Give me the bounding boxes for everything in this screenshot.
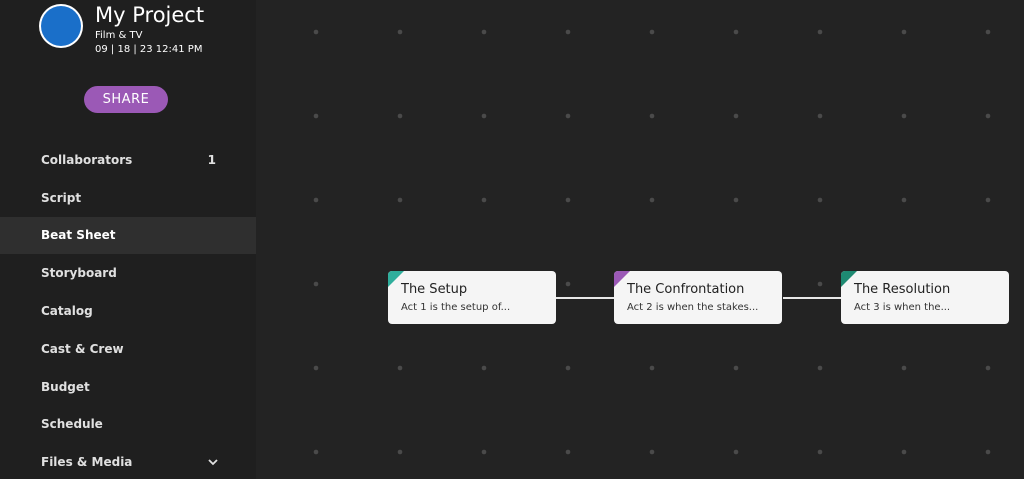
- chevron-down-icon[interactable]: [208, 457, 218, 467]
- project-title: My Project: [95, 3, 205, 27]
- beat-card-setup[interactable]: The Setup Act 1 is the setup of...: [388, 271, 556, 324]
- sidebar-item-budget[interactable]: Budget: [0, 368, 256, 406]
- beat-card-resolution[interactable]: The Resolution Act 3 is when the...: [841, 271, 1009, 324]
- beat-title: The Resolution: [854, 282, 951, 297]
- sidebar-item-files-media[interactable]: Files & Media: [0, 443, 256, 479]
- beat-sheet-canvas[interactable]: The Setup Act 1 is the setup of... The C…: [256, 0, 1024, 479]
- sidebar-item-collaborators[interactable]: Collaborators 1: [0, 141, 256, 179]
- sidebar-item-beat-sheet[interactable]: Beat Sheet: [0, 216, 256, 255]
- sidebar-item-label: Files & Media: [41, 455, 133, 470]
- share-button[interactable]: SHARE: [84, 86, 168, 113]
- sidebar-item-label: Script: [41, 190, 82, 205]
- beat-title: The Setup: [401, 282, 468, 297]
- sidebar-item-label: Beat Sheet: [41, 228, 116, 243]
- sidebar-item-storyboard[interactable]: Storyboard: [0, 254, 256, 292]
- app-window: My Project Film & TV 09 | 18 | 23 12:41 …: [0, 0, 1024, 479]
- beat-connector: [783, 297, 843, 299]
- sidebar: My Project Film & TV 09 | 18 | 23 12:41 …: [0, 0, 256, 479]
- sidebar-item-catalog[interactable]: Catalog: [0, 292, 256, 330]
- beat-description: Act 3 is when the...: [854, 302, 951, 313]
- sidebar-item-label: Cast & Crew: [41, 341, 124, 356]
- project-header: My Project Film & TV 09 | 18 | 23 12:41 …: [41, 3, 251, 56]
- sidebar-item-label: Catalog: [41, 304, 93, 319]
- beat-description: Act 1 is the setup of...: [401, 302, 511, 313]
- beat-title: The Confrontation: [627, 282, 745, 297]
- collaborators-count: 1: [207, 152, 216, 167]
- sidebar-nav: Collaborators 1 Script Beat Sheet Storyb…: [0, 141, 256, 479]
- beat-card-confrontation[interactable]: The Confrontation Act 2 is when the stak…: [614, 271, 782, 324]
- sidebar-item-label: Schedule: [41, 417, 103, 432]
- project-date: 09 | 18 | 23 12:41 PM: [95, 44, 203, 55]
- sidebar-item-schedule[interactable]: Schedule: [0, 406, 256, 444]
- sidebar-item-label: Storyboard: [41, 266, 117, 281]
- project-avatar[interactable]: [41, 6, 81, 46]
- sidebar-item-label: Collaborators: [41, 152, 133, 167]
- project-category: Film & TV: [95, 30, 143, 41]
- beat-connector: [556, 297, 616, 299]
- sidebar-item-label: Budget: [41, 379, 90, 394]
- sidebar-item-cast-crew[interactable]: Cast & Crew: [0, 330, 256, 368]
- beat-description: Act 2 is when the stakes...: [627, 302, 759, 313]
- sidebar-item-script[interactable]: Script: [0, 179, 256, 217]
